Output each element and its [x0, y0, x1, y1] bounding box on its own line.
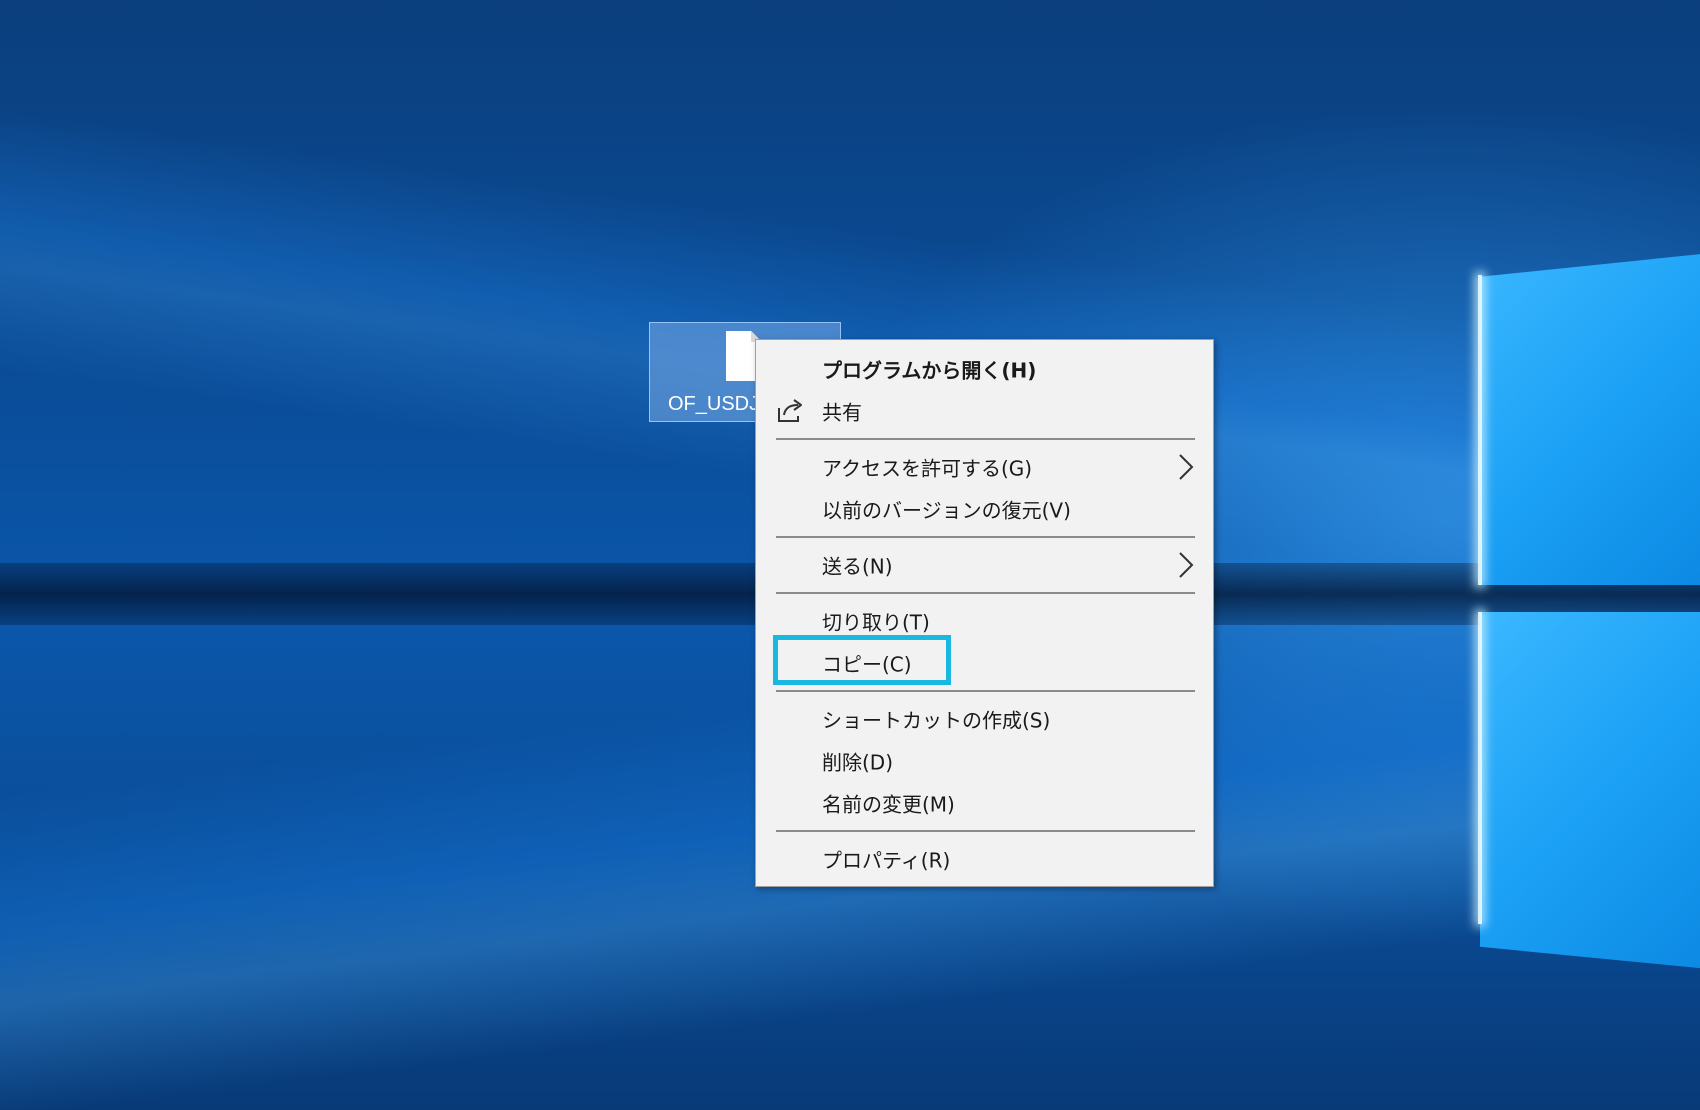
menu-separator	[776, 536, 1195, 538]
menu-item-label: 削除(D)	[822, 750, 894, 775]
menu-item-label: 送る(N)	[822, 554, 893, 579]
menu-item-label: ショートカットの作成(S)	[822, 708, 1051, 733]
menu-item-share[interactable]: 共有	[756, 390, 1213, 432]
windows-logo-glow-top	[1478, 275, 1482, 585]
desktop-background: OF_USDJ プログラムから開く(H) 共有 アクセスを許可する(G) 以前の…	[0, 0, 1700, 1110]
menu-item-cut[interactable]: 切り取り(T)	[756, 600, 1213, 642]
menu-separator	[776, 690, 1195, 692]
windows-logo-glow-bottom	[1478, 612, 1482, 924]
chevron-right-icon	[1177, 453, 1195, 481]
menu-item-rename[interactable]: 名前の変更(M)	[756, 782, 1213, 824]
menu-item-restore-previous-versions[interactable]: 以前のバージョンの復元(V)	[756, 488, 1213, 530]
menu-item-send-to[interactable]: 送る(N)	[756, 544, 1213, 586]
menu-item-label: コピー(C)	[822, 652, 912, 677]
menu-item-properties[interactable]: プロパティ(R)	[756, 838, 1213, 880]
menu-item-open-with[interactable]: プログラムから開く(H)	[756, 348, 1213, 390]
menu-item-label: 共有	[822, 400, 862, 425]
menu-separator	[776, 438, 1195, 440]
menu-item-label: 名前の変更(M)	[822, 792, 955, 817]
menu-item-label: プログラムから開く(H)	[822, 358, 1037, 383]
menu-item-label: 切り取り(T)	[822, 610, 930, 635]
share-icon	[776, 398, 806, 424]
context-menu: プログラムから開く(H) 共有 アクセスを許可する(G) 以前のバージョンの復元…	[755, 339, 1214, 887]
menu-separator	[776, 830, 1195, 832]
windows-logo-pane-top	[1480, 250, 1700, 585]
menu-item-delete[interactable]: 削除(D)	[756, 740, 1213, 782]
menu-item-label: 以前のバージョンの復元(V)	[822, 498, 1071, 523]
windows-logo-pane-bottom	[1480, 612, 1700, 972]
menu-item-create-shortcut[interactable]: ショートカットの作成(S)	[756, 698, 1213, 740]
chevron-right-icon	[1177, 551, 1195, 579]
menu-item-copy[interactable]: コピー(C)	[756, 642, 1213, 684]
menu-item-label: プロパティ(R)	[822, 848, 951, 873]
desktop-file-label: OF_USDJ	[668, 393, 760, 415]
menu-item-label: アクセスを許可する(G)	[822, 456, 1033, 481]
menu-item-give-access[interactable]: アクセスを許可する(G)	[756, 446, 1213, 488]
menu-separator	[776, 592, 1195, 594]
